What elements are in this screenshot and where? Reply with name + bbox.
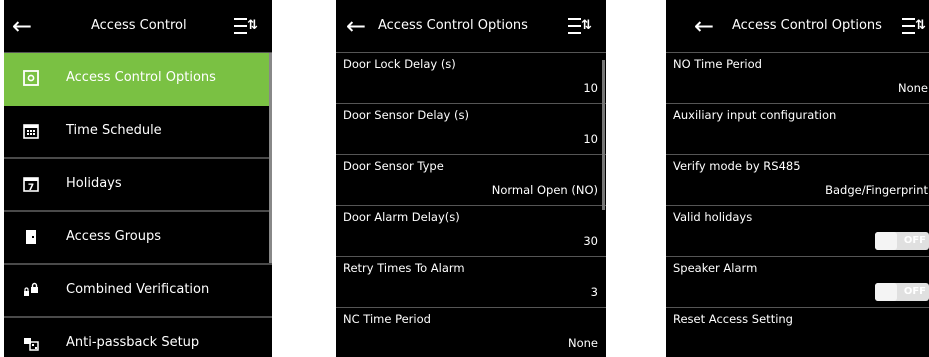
calendar-icon <box>23 124 39 139</box>
option-nc-time-period[interactable]: NC Time Period None <box>336 308 606 357</box>
option-value: 3 <box>590 285 598 299</box>
menu-item-label: Time Schedule <box>66 123 162 138</box>
holiday-calendar-icon: 7 <box>23 177 39 192</box>
menu-item-combined-verification[interactable]: Combined Verification <box>4 265 272 318</box>
back-arrow-icon[interactable]: ← <box>694 14 714 38</box>
options-list: NO Time Period None Auxiliary input conf… <box>666 53 929 357</box>
option-label: Door Sensor Delay (s) <box>343 108 469 122</box>
menu-item-label: Holidays <box>66 176 122 191</box>
top-bar: ← Access Control Options ⇅ <box>336 0 606 53</box>
menu-item-time-schedule[interactable]: Time Schedule <box>4 106 272 159</box>
option-no-time-period[interactable]: NO Time Period None <box>666 53 929 104</box>
back-arrow-icon[interactable]: ← <box>346 14 366 38</box>
speaker-alarm-toggle[interactable]: OFF <box>875 283 929 301</box>
menu-sort-icon[interactable]: ⇅ <box>902 16 928 36</box>
option-value: 10 <box>583 81 598 95</box>
menu-item-anti-passback-setup[interactable]: Anti-passback Setup <box>4 318 272 357</box>
option-label: Auxiliary input configuration <box>673 108 837 122</box>
option-label: Verify mode by RS485 <box>673 159 801 173</box>
option-label: NO Time Period <box>673 57 762 71</box>
door-options-icon <box>23 70 39 86</box>
option-door-sensor-type[interactable]: Door Sensor Type Normal Open (NO) <box>336 155 606 206</box>
svg-text:7: 7 <box>28 183 34 192</box>
top-bar: ← Access Control ⇅ <box>4 0 272 53</box>
option-reset-access-setting[interactable]: Reset Access Setting <box>666 308 929 357</box>
access-control-options-screen-2: ← Access Control Options ⇅ NO Time Perio… <box>666 0 929 357</box>
option-label: Retry Times To Alarm <box>343 261 465 275</box>
option-value: None <box>567 336 598 350</box>
top-bar: ← Access Control Options ⇅ <box>666 0 929 53</box>
toggle-state: OFF <box>903 235 926 246</box>
menu-item-holidays[interactable]: 7 Holidays <box>4 159 272 212</box>
option-value: None <box>897 81 928 95</box>
option-door-alarm-delay[interactable]: Door Alarm Delay(s) 30 <box>336 206 606 257</box>
option-label: NC Time Period <box>343 312 431 326</box>
option-door-sensor-delay[interactable]: Door Sensor Delay (s) 10 <box>336 104 606 155</box>
access-control-options-screen-1: ← Access Control Options ⇅ Door Lock Del… <box>336 0 606 357</box>
option-speaker-alarm: Speaker Alarm OFF <box>666 257 929 308</box>
toggle-state: OFF <box>903 286 926 297</box>
option-label: Speaker Alarm <box>673 261 758 275</box>
option-label: Valid holidays <box>673 210 753 224</box>
option-label: Reset Access Setting <box>673 312 793 326</box>
menu-item-label: Access Groups <box>66 229 161 244</box>
option-door-lock-delay[interactable]: Door Lock Delay (s) 10 <box>336 53 606 104</box>
option-valid-holidays: Valid holidays OFF <box>666 206 929 257</box>
option-label: Door Sensor Type <box>343 159 444 173</box>
menu-item-access-groups[interactable]: Access Groups <box>4 212 272 265</box>
option-retry-times-to-alarm[interactable]: Retry Times To Alarm 3 <box>336 257 606 308</box>
menu-item-label: Access Control Options <box>66 70 216 85</box>
menu-item-label: Combined Verification <box>66 282 210 297</box>
scrollbar[interactable] <box>269 53 272 263</box>
option-label: Door Alarm Delay(s) <box>343 210 460 224</box>
menu-sort-icon[interactable]: ⇅ <box>568 16 594 36</box>
toggle-knob <box>875 283 897 301</box>
screen-title: Access Control Options <box>732 18 882 33</box>
screen-title: Access Control <box>91 18 187 33</box>
valid-holidays-toggle[interactable]: OFF <box>875 232 929 250</box>
option-value: 30 <box>583 234 598 248</box>
options-list: Door Lock Delay (s) 10 Door Sensor Delay… <box>336 53 606 357</box>
lock-group-icon <box>24 282 38 296</box>
door-icon <box>26 230 36 244</box>
menu-item-label: Anti-passback Setup <box>66 335 200 350</box>
option-label: Door Lock Delay (s) <box>343 57 456 71</box>
back-arrow-icon[interactable]: ← <box>12 14 32 38</box>
scrollbar[interactable] <box>602 60 605 210</box>
screen-title: Access Control Options <box>378 18 528 33</box>
toggle-knob <box>875 232 897 250</box>
menu-sort-icon[interactable]: ⇅ <box>234 16 260 36</box>
option-auxiliary-input-configuration[interactable]: Auxiliary input configuration <box>666 104 929 155</box>
access-control-screen: ← Access Control ⇅ Access Control Option… <box>4 0 272 357</box>
option-value: 10 <box>583 132 598 146</box>
option-verify-mode-by-rs485[interactable]: Verify mode by RS485 Badge/Fingerprint <box>666 155 929 206</box>
menu-list: Access Control Options Time Schedule 7 H… <box>4 53 272 357</box>
option-value: Badge/Fingerprint <box>825 183 928 197</box>
option-value: Normal Open (NO) <box>491 183 598 197</box>
menu-item-access-control-options[interactable]: Access Control Options <box>4 53 272 106</box>
anti-passback-icon <box>24 338 39 351</box>
